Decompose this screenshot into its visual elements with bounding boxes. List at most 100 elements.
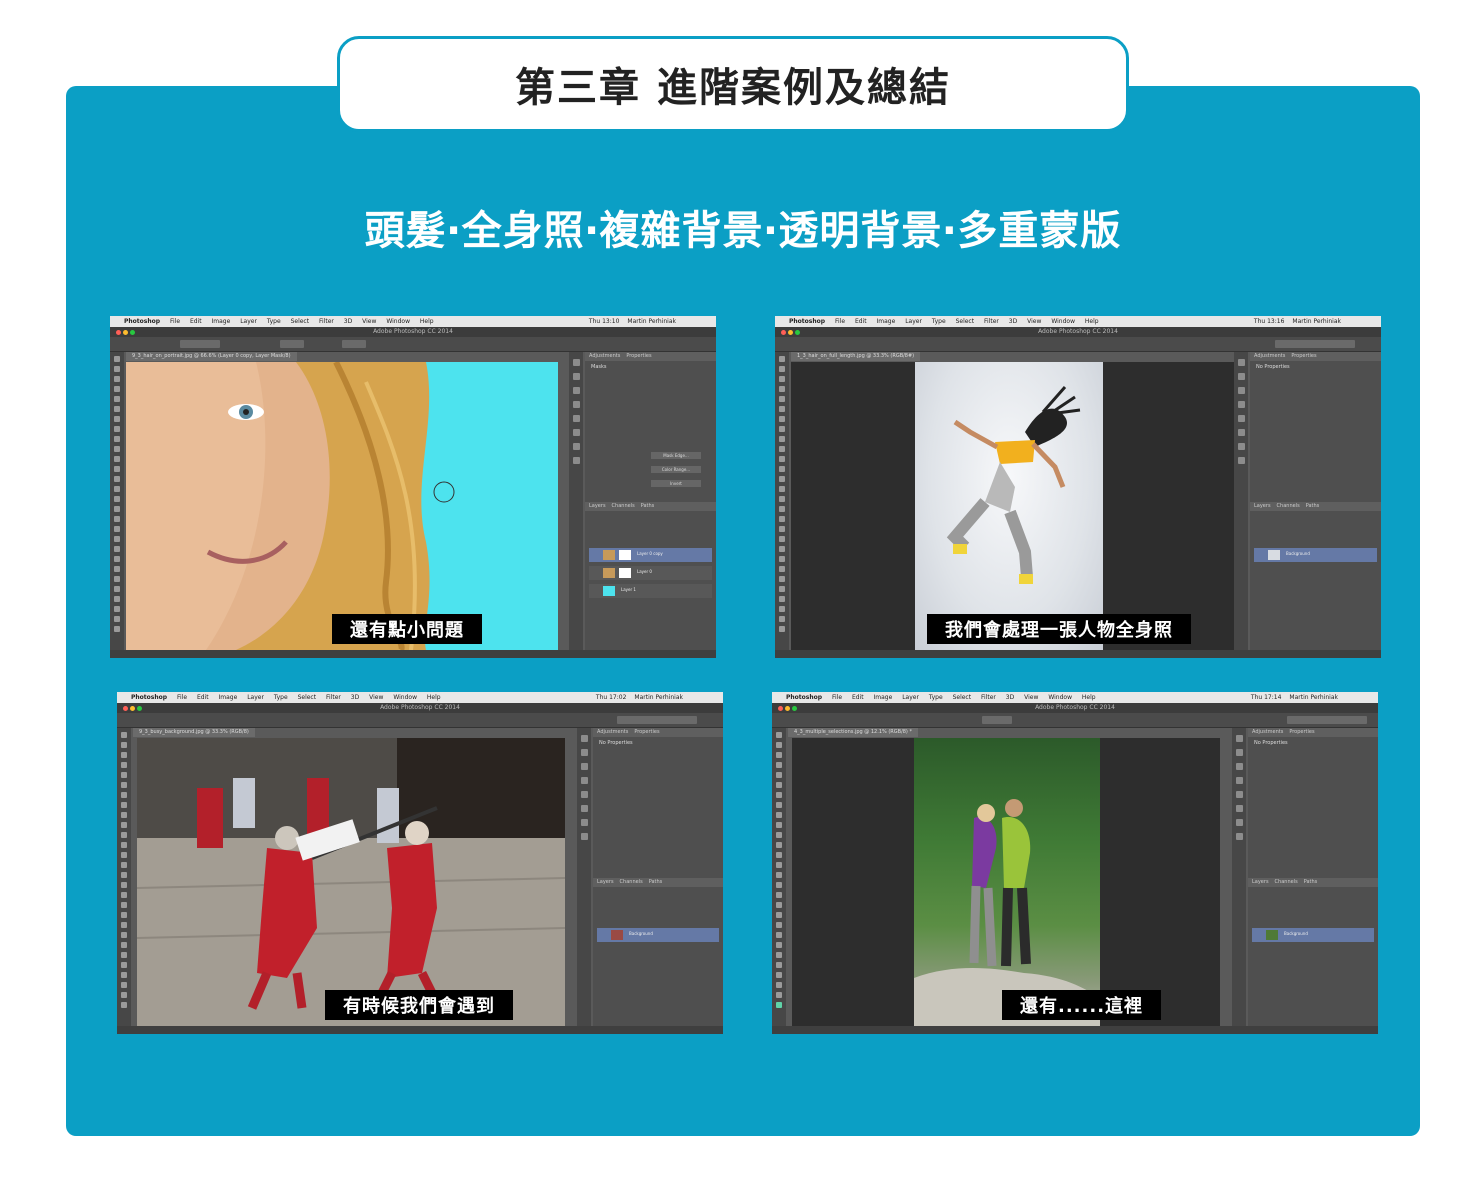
- menu-view[interactable]: View: [1027, 318, 1041, 325]
- status-bar: [110, 650, 716, 658]
- menu-layer[interactable]: Layer: [905, 318, 922, 325]
- menu-edit[interactable]: Edit: [190, 318, 202, 325]
- screenshot-full-length: Photoshop File Edit Image Layer Type Sel…: [775, 316, 1381, 658]
- right-panels: Adjustments Properties No Properties Laye…: [1250, 352, 1381, 650]
- color-range-button[interactable]: Color Range...: [651, 466, 701, 473]
- user-name: Martin Perhiniak: [1289, 694, 1338, 701]
- adjustments-properties-tabs[interactable]: Adjustments Properties: [585, 352, 716, 361]
- layer-row[interactable]: Layer 0 copy: [589, 548, 712, 562]
- invert-button[interactable]: Invert: [651, 480, 701, 487]
- adjustments-properties-tabs[interactable]: Adjustments Properties: [1250, 352, 1381, 361]
- window-title: Adobe Photoshop CC 2014: [380, 704, 460, 711]
- menu-view[interactable]: View: [369, 694, 383, 701]
- panel-icons-strip[interactable]: [569, 352, 583, 650]
- tools-panel[interactable]: [117, 728, 131, 1026]
- panel-icons-strip[interactable]: [577, 728, 591, 1026]
- menu-help[interactable]: Help: [427, 694, 441, 701]
- menu-window[interactable]: Window: [386, 318, 410, 325]
- menu-type[interactable]: Type: [274, 694, 288, 701]
- menu-photoshop[interactable]: Photoshop: [124, 318, 160, 325]
- document-canvas[interactable]: [792, 738, 1220, 1026]
- menu-photoshop[interactable]: Photoshop: [789, 318, 825, 325]
- menu-help[interactable]: Help: [420, 318, 434, 325]
- menu-select[interactable]: Select: [291, 318, 310, 325]
- document-tab[interactable]: 1_3_hair_on_full_length.jpg @ 33.3% (RGB…: [791, 352, 921, 361]
- menu-photoshop[interactable]: Photoshop: [786, 694, 822, 701]
- mask-edge-button[interactable]: Mask Edge...: [651, 452, 701, 459]
- status-bar: [775, 650, 1381, 658]
- layer-row[interactable]: Layer 0: [589, 566, 712, 580]
- tools-panel[interactable]: [110, 352, 124, 650]
- menu-image[interactable]: Image: [211, 318, 230, 325]
- tools-panel[interactable]: [772, 728, 786, 1026]
- menu-view[interactable]: View: [1024, 694, 1038, 701]
- menu-layer[interactable]: Layer: [247, 694, 264, 701]
- menu-edit[interactable]: Edit: [855, 318, 867, 325]
- right-panels: Adjustments Properties No Properties Laye…: [1248, 728, 1378, 1026]
- layer-row[interactable]: Background: [597, 928, 719, 942]
- menu-select[interactable]: Select: [953, 694, 972, 701]
- menu-edit[interactable]: Edit: [197, 694, 209, 701]
- panel-icons-strip[interactable]: [1232, 728, 1246, 1026]
- menu-type[interactable]: Type: [932, 318, 946, 325]
- document-canvas[interactable]: [137, 738, 565, 1026]
- layers-tabs[interactable]: Layers Channels Paths: [1250, 502, 1381, 511]
- layer-row[interactable]: Background: [1252, 928, 1374, 942]
- options-bar: [110, 337, 716, 352]
- menu-file[interactable]: File: [835, 318, 845, 325]
- menu-3d[interactable]: 3D: [1009, 318, 1017, 325]
- menu-select[interactable]: Select: [298, 694, 317, 701]
- menu-3d[interactable]: 3D: [1006, 694, 1014, 701]
- adjustments-properties-tabs[interactable]: Adjustments Properties: [593, 728, 723, 737]
- menu-filter[interactable]: Filter: [326, 694, 341, 701]
- menu-file[interactable]: File: [832, 694, 842, 701]
- menu-3d[interactable]: 3D: [351, 694, 359, 701]
- layers-tabs[interactable]: Layers Channels Paths: [585, 502, 716, 511]
- properties-title: No Properties: [1256, 364, 1290, 370]
- menu-edit[interactable]: Edit: [852, 694, 864, 701]
- layer-row[interactable]: Background: [1254, 548, 1377, 562]
- right-panels: Adjustments Properties Masks Mask Edge...…: [585, 352, 716, 650]
- menu-file[interactable]: File: [170, 318, 180, 325]
- clock: Thu 13:10: [588, 318, 620, 325]
- document-tab[interactable]: 9_3_busy_background.jpg @ 33.3% (RGB/8): [133, 728, 255, 737]
- menu-type[interactable]: Type: [267, 318, 281, 325]
- clock: Thu 17:14: [1250, 694, 1282, 701]
- window-title: Adobe Photoshop CC 2014: [1035, 704, 1115, 711]
- menu-filter[interactable]: Filter: [981, 694, 996, 701]
- menu-window[interactable]: Window: [1048, 694, 1072, 701]
- portrait-image: [126, 362, 455, 650]
- menu-file[interactable]: File: [177, 694, 187, 701]
- menu-photoshop[interactable]: Photoshop: [131, 694, 167, 701]
- layers-tabs[interactable]: Layers Channels Paths: [1248, 878, 1378, 887]
- menu-layer[interactable]: Layer: [240, 318, 257, 325]
- menu-image[interactable]: Image: [873, 694, 892, 701]
- user-name: Martin Perhiniak: [1292, 318, 1341, 325]
- tools-panel[interactable]: [775, 352, 789, 650]
- layers-tabs[interactable]: Layers Channels Paths: [593, 878, 723, 887]
- dancer-image: [915, 362, 1103, 650]
- menu-type[interactable]: Type: [929, 694, 943, 701]
- document-canvas[interactable]: [791, 362, 1235, 650]
- menu-window[interactable]: Window: [393, 694, 417, 701]
- window-title: Adobe Photoshop CC 2014: [373, 328, 453, 335]
- menu-help[interactable]: Help: [1085, 318, 1099, 325]
- menu-select[interactable]: Select: [956, 318, 975, 325]
- document-tab[interactable]: 4_3_multiple_selections.jpg @ 12.1% (RGB…: [788, 728, 918, 737]
- menu-image[interactable]: Image: [218, 694, 237, 701]
- menu-filter[interactable]: Filter: [319, 318, 334, 325]
- menu-layer[interactable]: Layer: [902, 694, 919, 701]
- adjustments-properties-tabs[interactable]: Adjustments Properties: [1248, 728, 1378, 737]
- document-canvas[interactable]: [126, 362, 558, 650]
- menu-help[interactable]: Help: [1082, 694, 1096, 701]
- menu-view[interactable]: View: [362, 318, 376, 325]
- window-titlebar: Adobe Photoshop CC 2014: [772, 703, 1378, 713]
- menu-image[interactable]: Image: [876, 318, 895, 325]
- mac-menubar: Photoshop File Edit Image Layer Type Sel…: [772, 692, 1378, 703]
- menu-window[interactable]: Window: [1051, 318, 1075, 325]
- layer-row[interactable]: Layer 1: [589, 584, 712, 598]
- panel-icons-strip[interactable]: [1234, 352, 1248, 650]
- menu-filter[interactable]: Filter: [984, 318, 999, 325]
- menu-3d[interactable]: 3D: [344, 318, 352, 325]
- document-tab[interactable]: 9_3_hair_on_portrait.jpg @ 66.6% (Layer …: [126, 352, 297, 361]
